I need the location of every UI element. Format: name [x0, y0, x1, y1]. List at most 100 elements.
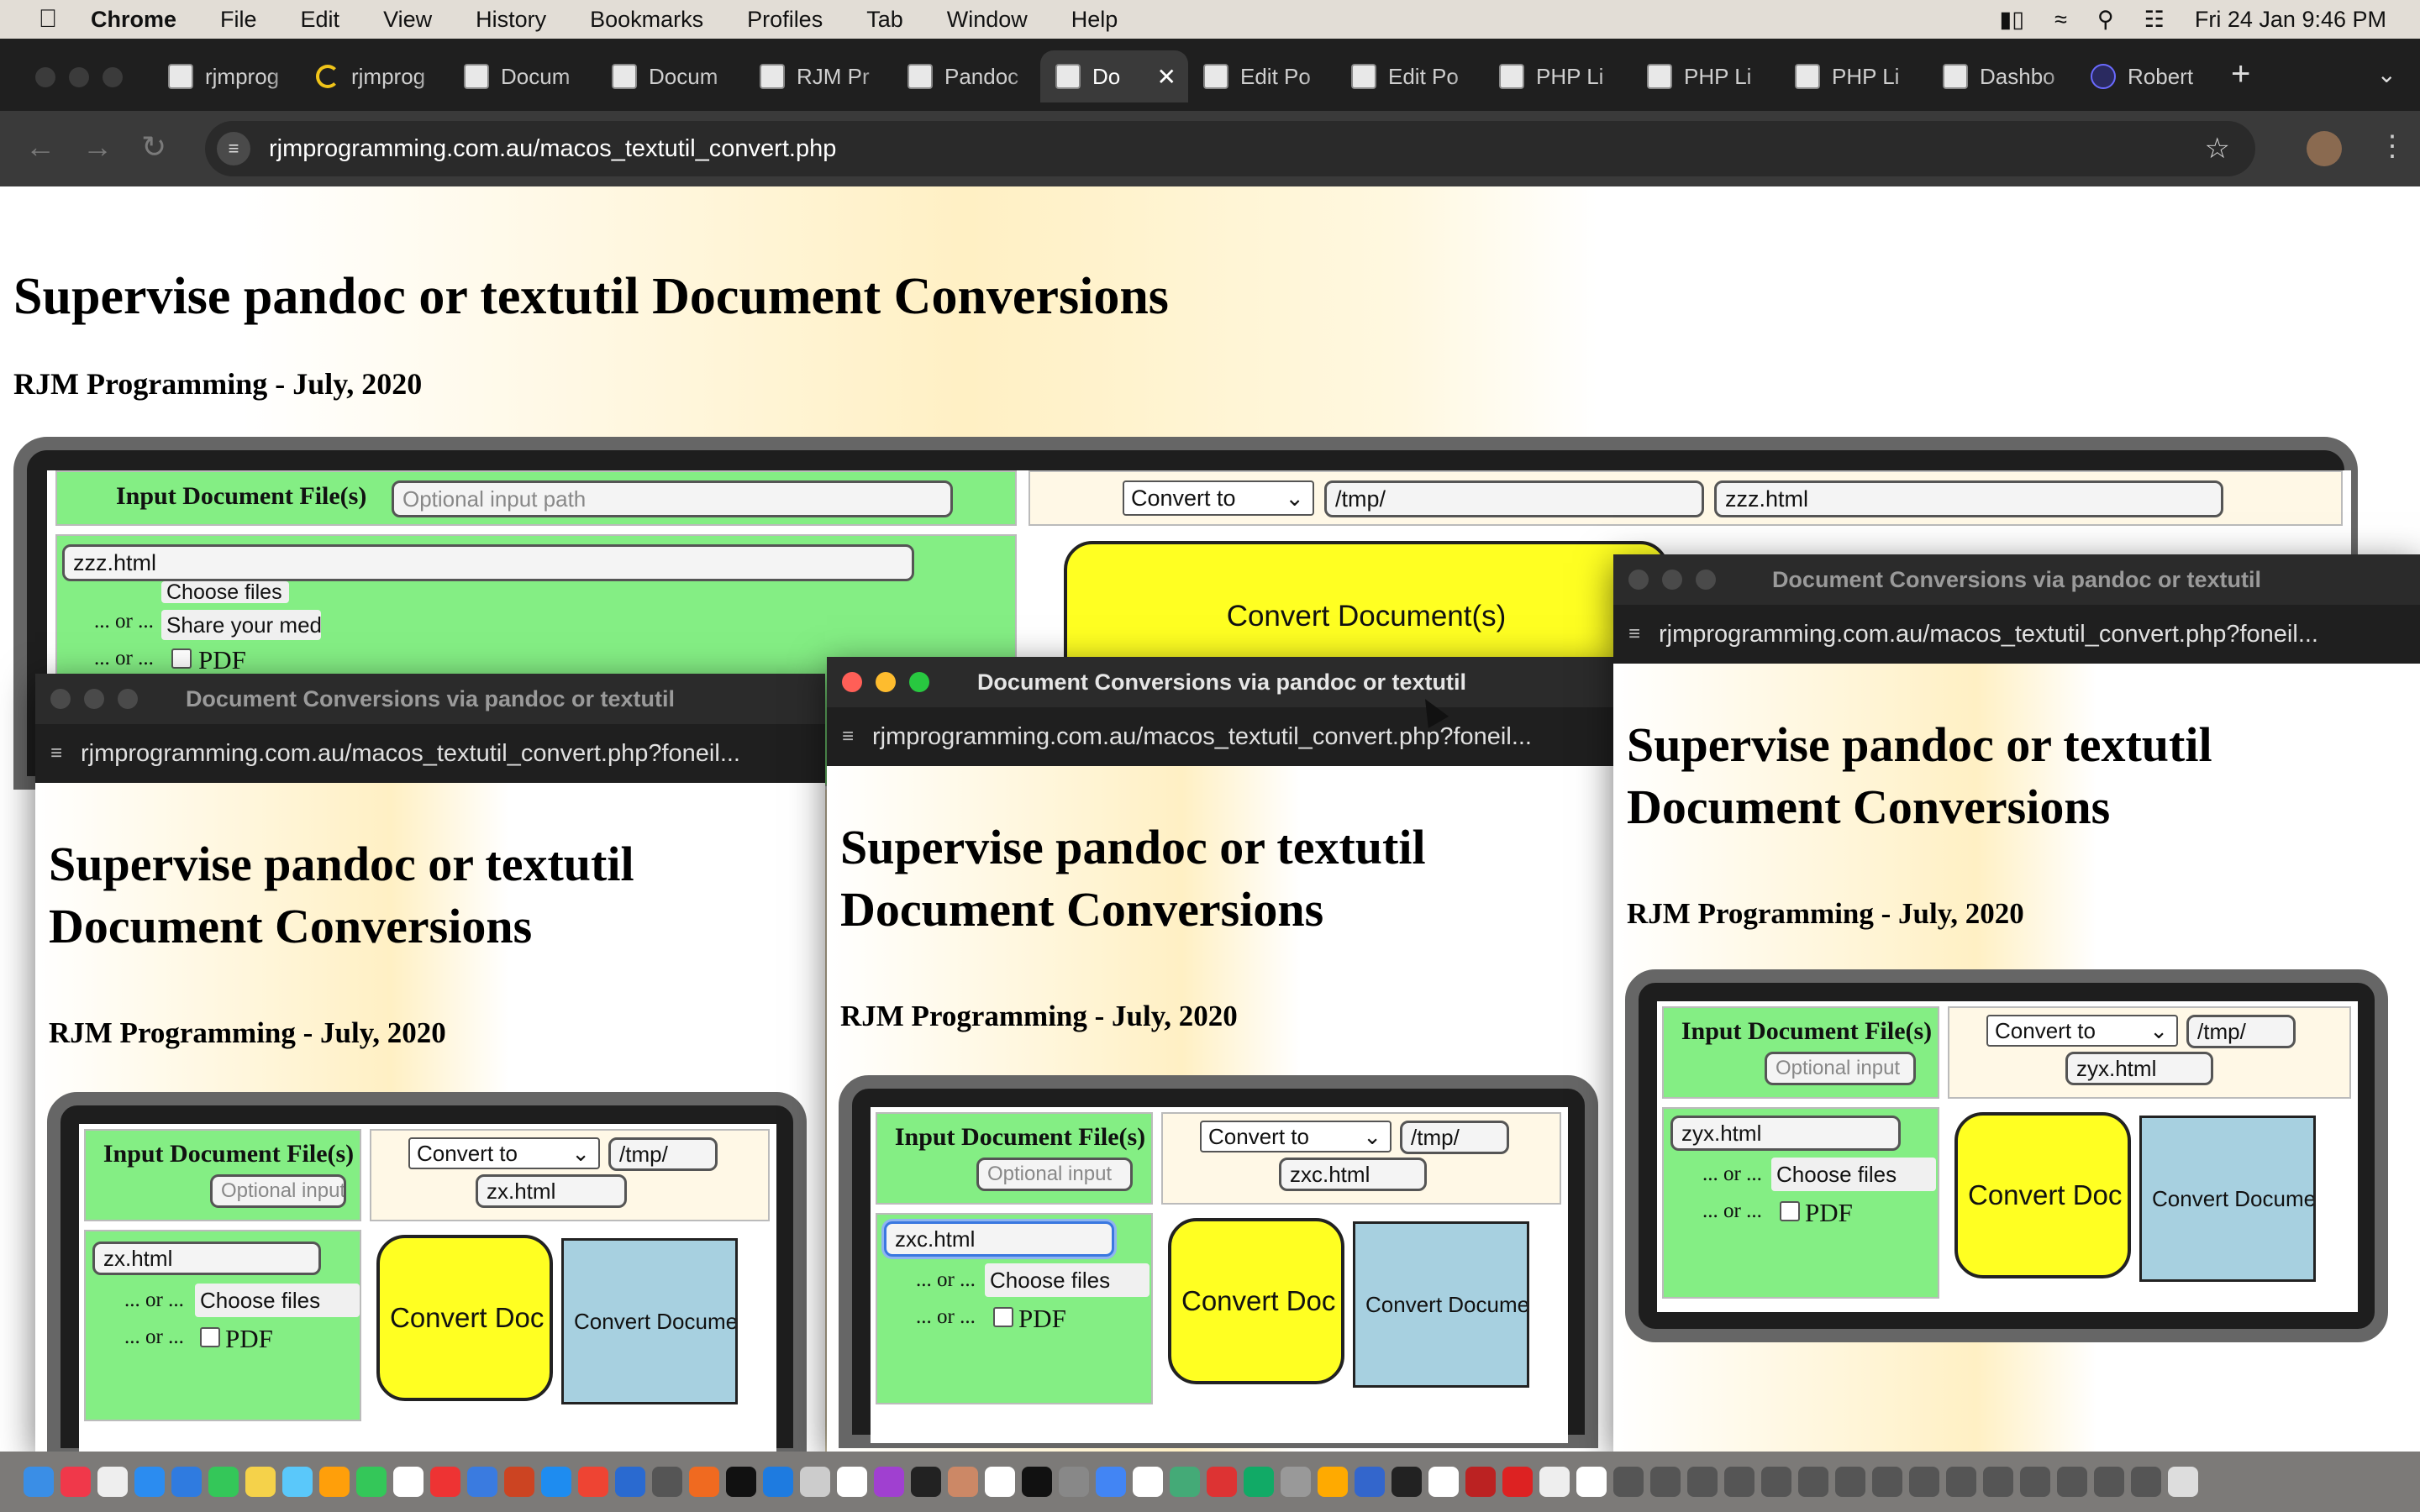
site-settings-icon[interactable]: ≡ — [1628, 622, 1640, 646]
tab-14[interactable]: Robert — [2075, 50, 2223, 102]
more-menu-icon[interactable]: ⋮ — [2378, 129, 2407, 163]
menu-edit[interactable]: Edit — [301, 7, 340, 33]
app-icon[interactable] — [1392, 1467, 1422, 1497]
popup-title-bar[interactable]: Document Conversions via pandoc or textu… — [35, 674, 825, 724]
finder-icon[interactable] — [24, 1467, 54, 1497]
textedit-icon[interactable] — [393, 1467, 424, 1497]
choose-files-button[interactable]: Choose files — [161, 581, 289, 603]
input-path-field[interactable]: Optional input path — [392, 480, 953, 517]
bookmark-star-icon[interactable]: ☆ — [2205, 132, 2230, 165]
convert-documents-button[interactable]: Convert Doc — [1168, 1218, 1344, 1384]
app-icon[interactable] — [948, 1467, 978, 1497]
choose-files-button[interactable]: Choose files — [985, 1263, 1150, 1297]
firefox-icon[interactable] — [689, 1467, 719, 1497]
tab-11[interactable]: PHP Li — [1632, 50, 1780, 102]
minimize-window-button[interactable] — [84, 689, 104, 709]
input-filename-field[interactable]: zxc.html — [884, 1221, 1114, 1257]
convert-documents-alt-button[interactable]: Convert Docume — [1353, 1221, 1529, 1388]
wifi-icon[interactable]: ≈ — [2054, 7, 2067, 33]
site-settings-icon[interactable]: ≡ — [217, 132, 250, 165]
menu-profiles[interactable]: Profiles — [747, 7, 823, 33]
app-icon[interactable] — [1244, 1467, 1274, 1497]
messages-icon[interactable] — [208, 1467, 239, 1497]
minimized-window-icon[interactable] — [1613, 1467, 1644, 1497]
minimized-window-icon[interactable] — [2131, 1467, 2161, 1497]
preview-icon[interactable] — [800, 1467, 830, 1497]
minimized-window-icon[interactable] — [1872, 1467, 1902, 1497]
zoom-icon[interactable] — [615, 1467, 645, 1497]
convert-documents-alt-button[interactable]: Convert Docume — [561, 1238, 738, 1404]
app-icon[interactable] — [1465, 1467, 1496, 1497]
minimized-window-icon[interactable] — [2094, 1467, 2124, 1497]
minimize-window-button[interactable] — [876, 672, 896, 692]
close-window-button[interactable] — [50, 689, 71, 709]
back-arrow-icon[interactable]: ← — [25, 129, 55, 165]
input-path-field[interactable]: Optional input — [1765, 1052, 1916, 1085]
menu-history[interactable]: History — [476, 7, 546, 33]
tab-4[interactable]: Docum — [597, 50, 744, 102]
close-window-button[interactable] — [1628, 570, 1649, 590]
site-settings-icon[interactable]: ≡ — [842, 725, 854, 748]
tab-3[interactable]: Docum — [449, 50, 597, 102]
convert-documents-alt-button[interactable]: Convert Docume — [2139, 1116, 2316, 1282]
app-store-icon[interactable] — [541, 1467, 571, 1497]
input-filename-field[interactable]: zyx.html — [1670, 1116, 1901, 1151]
calendar-icon[interactable] — [985, 1467, 1015, 1497]
tab-8[interactable]: Edit Po — [1188, 50, 1336, 102]
search-icon[interactable]: ⚲ — [2097, 7, 2114, 33]
close-tab-icon[interactable]: ✕ — [1157, 63, 1176, 91]
opera-icon[interactable] — [430, 1467, 460, 1497]
share-media-button[interactable]: Share your med — [161, 610, 321, 640]
input-path-field[interactable]: Optional input — [210, 1174, 346, 1208]
convert-documents-button[interactable]: Convert Doc — [1954, 1112, 2131, 1278]
output-filename-field[interactable]: zyx.html — [2065, 1052, 2213, 1085]
terminal-icon[interactable] — [911, 1467, 941, 1497]
launchpad-icon[interactable] — [97, 1467, 128, 1497]
minimized-window-icon[interactable] — [1835, 1467, 1865, 1497]
tab-2[interactable]: rjmprog — [301, 50, 449, 102]
facetime-icon[interactable] — [356, 1467, 387, 1497]
tab-13[interactable]: Dashbo — [1928, 50, 2075, 102]
apple-tv-icon[interactable] — [726, 1467, 756, 1497]
output-directory-field[interactable]: /tmp/ — [1400, 1121, 1509, 1154]
acrobat-icon[interactable] — [1502, 1467, 1533, 1497]
minimized-window-icon[interactable] — [1687, 1467, 1718, 1497]
convert-to-select[interactable]: Convert to ⌄ — [1986, 1015, 2178, 1047]
minimized-window-icon[interactable] — [1983, 1467, 2013, 1497]
menu-view[interactable]: View — [383, 7, 432, 33]
tab-search-chevron-icon[interactable]: ⌄ — [2377, 60, 2396, 88]
popup-address-bar[interactable]: ≡ rjmprogramming.com.au/macos_textutil_co… — [827, 707, 1617, 766]
notes-icon[interactable] — [245, 1467, 276, 1497]
profile-avatar[interactable] — [2307, 131, 2342, 166]
tab-10[interactable]: PHP Li — [1484, 50, 1632, 102]
minimized-window-icon[interactable] — [1650, 1467, 1681, 1497]
minimized-window-icon[interactable] — [1909, 1467, 1939, 1497]
choose-files-button[interactable]: Choose files — [1771, 1158, 1936, 1191]
close-window-button[interactable] — [842, 672, 862, 692]
calculator-icon[interactable] — [1059, 1467, 1089, 1497]
address-url[interactable]: rjmprogramming.com.au/macos_textutil_con… — [269, 135, 836, 163]
app-icon[interactable] — [1355, 1467, 1385, 1497]
output-filename-field[interactable]: zzz.html — [1714, 480, 2223, 517]
minimized-window-icon[interactable] — [1761, 1467, 1791, 1497]
minimized-window-icon[interactable] — [1724, 1467, 1754, 1497]
minimized-window-icon[interactable] — [1798, 1467, 1828, 1497]
input-filename-field[interactable]: zx.html — [92, 1242, 321, 1275]
site-settings-icon[interactable]: ≡ — [50, 742, 62, 765]
address-bar[interactable]: ≡ rjmprogramming.com.au/macos_textutil_c… — [205, 121, 2255, 176]
output-directory-field[interactable]: /tmp/ — [2186, 1015, 2296, 1048]
tab-active[interactable]: Do ✕ — [1040, 50, 1188, 102]
tab-6[interactable]: Pandoc — [892, 50, 1040, 102]
menu-window[interactable]: Window — [947, 7, 1028, 33]
menu-tab[interactable]: Tab — [866, 7, 903, 33]
news-icon[interactable] — [578, 1467, 608, 1497]
app-icon[interactable] — [1170, 1467, 1200, 1497]
control-center-icon[interactable]: ☷ — [2144, 7, 2165, 33]
choose-files-button[interactable]: Choose files — [195, 1284, 360, 1317]
popup-title-bar[interactable]: Document Conversions via pandoc or textu… — [827, 657, 1617, 707]
minimized-window-icon[interactable] — [2020, 1467, 2050, 1497]
menu-file[interactable]: File — [220, 7, 257, 33]
convert-to-select[interactable]: Convert to ⌄ — [1123, 480, 1314, 516]
chrome-icon[interactable] — [1096, 1467, 1126, 1497]
popup-title-bar[interactable]: Document Conversions via pandoc or textu… — [1613, 554, 2420, 605]
